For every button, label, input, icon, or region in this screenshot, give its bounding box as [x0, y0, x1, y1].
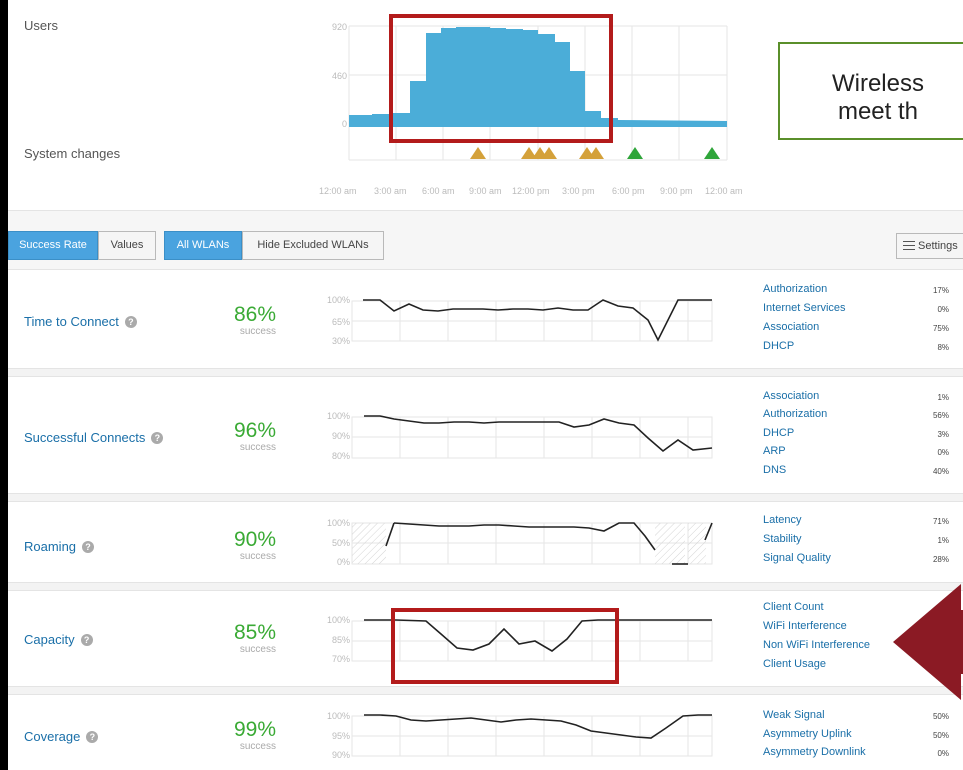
classifier-link[interactable]: DHCP	[763, 427, 794, 439]
sparkline-capacity	[351, 608, 713, 684]
classifier-link[interactable]: Latency	[763, 514, 802, 526]
classifier-link[interactable]: Non WiFi Interference	[763, 639, 870, 651]
classifier-link[interactable]: Authorization	[763, 283, 827, 295]
classifier-link[interactable]: DHCP	[763, 340, 794, 352]
classifier-link[interactable]: Internet Services	[763, 302, 846, 314]
classifier-link[interactable]: DNS	[763, 464, 786, 476]
classifier-value: 1%	[937, 393, 949, 402]
classifier-value: 40%	[932, 467, 949, 476]
users-x-tick: 9:00 am	[469, 186, 502, 196]
success-rate-button[interactable]: Success Rate	[8, 231, 98, 260]
users-x-tick: 6:00 am	[422, 186, 455, 196]
classifier-link[interactable]: WiFi Interference	[763, 620, 847, 632]
classifier-link[interactable]: Signal Quality	[763, 552, 831, 564]
sparkline-time-to-connect	[351, 299, 713, 342]
change-marker	[704, 147, 720, 159]
settings-icon	[903, 241, 915, 250]
classifier-link[interactable]: ARP	[763, 445, 786, 457]
classifier-value: 50%	[932, 731, 949, 740]
classifier-link[interactable]: Association	[763, 390, 819, 402]
classifier-link[interactable]: Weak Signal	[763, 709, 825, 721]
classifier-value: 17%	[932, 286, 949, 295]
classifier-value: 28%	[932, 555, 949, 564]
sparklines	[351, 299, 963, 757]
users-x-tick: 12:00 pm	[512, 186, 550, 196]
users-x-tick: 3:00 pm	[562, 186, 595, 196]
classifier-link[interactable]: Authorization	[763, 408, 827, 420]
wireless-sle-dashboard: Users System changes 920 460 0 12:00 am …	[8, 0, 963, 770]
all-wlans-button[interactable]: All WLANs	[164, 231, 242, 260]
annotation-callout: Wireless meet th	[778, 42, 963, 140]
users-x-tick: 12:00 am	[319, 186, 357, 196]
no-data-hatch	[688, 523, 706, 564]
classifier-value: 0%	[937, 448, 949, 457]
system-change-markers	[470, 147, 720, 159]
values-button[interactable]: Values	[98, 231, 156, 260]
settings-label: Settings	[918, 240, 958, 252]
classifier-link[interactable]: Client Usage	[763, 658, 826, 670]
users-x-tick: 3:00 am	[374, 186, 407, 196]
classifier-link[interactable]: Asymmetry Uplink	[763, 728, 852, 740]
sparkline-successful-connects	[351, 415, 713, 459]
classifier-link[interactable]: Client Count	[763, 601, 824, 613]
users-x-tick: 6:00 pm	[612, 186, 645, 196]
classifier-value: 71%	[932, 517, 949, 526]
classifier-value: 1%	[937, 536, 949, 545]
change-marker	[627, 147, 643, 159]
users-x-tick: 9:00 pm	[660, 186, 693, 196]
classifier-value: 50%	[932, 712, 949, 721]
classifier-link[interactable]: Stability	[763, 533, 802, 545]
classifier-value: 8%	[937, 343, 949, 352]
classifier-value: 3%	[937, 430, 949, 439]
annotation-line-1: Wireless	[831, 70, 924, 97]
classifier-value: 0%	[937, 305, 949, 314]
classifier-value: 0%	[937, 749, 949, 758]
hide-excluded-wlans-button[interactable]: Hide Excluded WLANs	[242, 231, 384, 260]
sparkline-roaming	[351, 522, 713, 565]
settings-button[interactable]: Settings	[896, 233, 963, 259]
classifier-value: 75%	[932, 324, 949, 333]
users-area	[349, 27, 727, 127]
no-data-hatch	[655, 523, 685, 564]
no-data-hatch	[352, 523, 386, 564]
classifier-value: 56%	[932, 411, 949, 420]
classifier-link[interactable]: Asymmetry Downlink	[763, 746, 866, 758]
users-x-tick: 12:00 am	[705, 186, 743, 196]
sparkline-coverage	[351, 714, 713, 757]
callout-arrow	[893, 584, 963, 700]
classifier-link[interactable]: Association	[763, 321, 819, 333]
annotation-line-2: meet th	[837, 98, 919, 125]
change-marker	[470, 147, 486, 159]
